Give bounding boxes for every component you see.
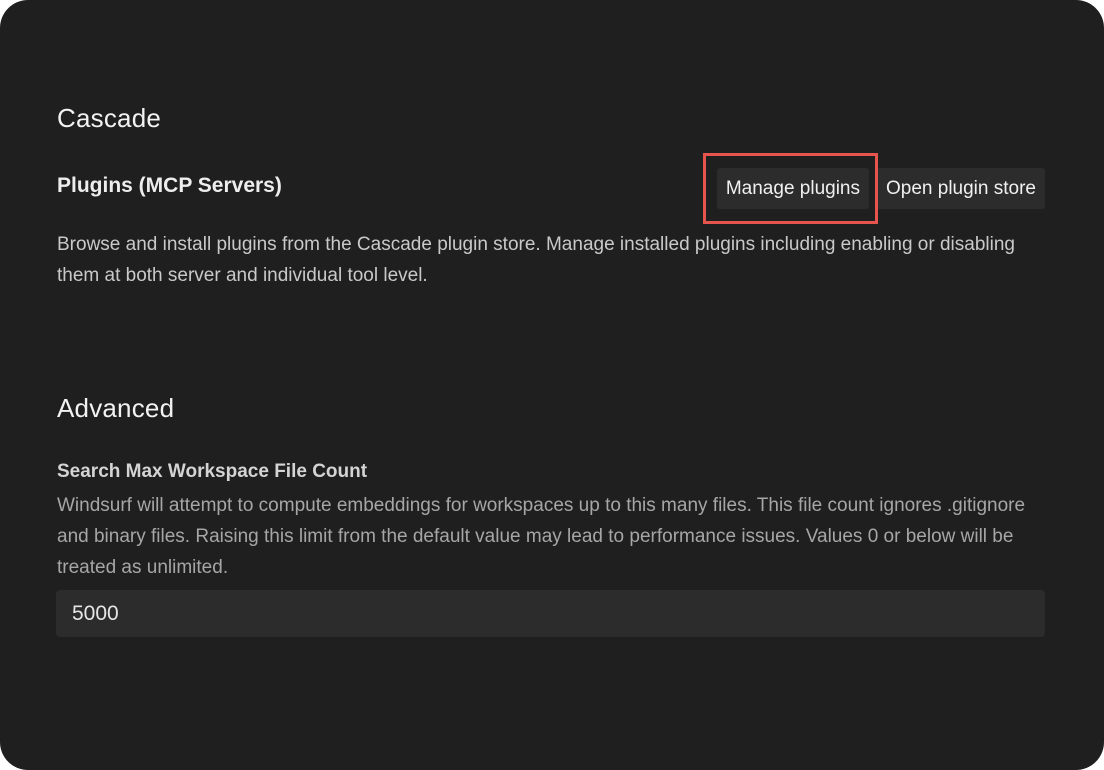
advanced-section-title: Advanced	[57, 393, 175, 423]
settings-panel: Cascade Plugins (MCP Servers) Manage plu…	[0, 0, 1104, 770]
manage-plugins-highlight-wrap: Manage plugins	[702, 153, 878, 224]
plugins-button-group: Manage plugins Open plugin store	[702, 153, 1045, 224]
search-max-file-count-description: Windsurf will attempt to compute embeddi…	[57, 495, 1026, 578]
plugins-setting-title: Plugins (MCP Servers)	[57, 174, 282, 197]
manage-plugins-button[interactable]: Manage plugins	[716, 168, 869, 209]
cascade-section-title: Cascade	[57, 103, 162, 133]
plugins-description: Browse and install plugins from the Casc…	[57, 234, 1015, 286]
search-max-file-count-input[interactable]	[56, 590, 1045, 637]
open-plugin-store-button[interactable]: Open plugin store	[877, 168, 1045, 209]
search-max-file-count-title: Search Max Workspace File Count	[57, 461, 368, 482]
